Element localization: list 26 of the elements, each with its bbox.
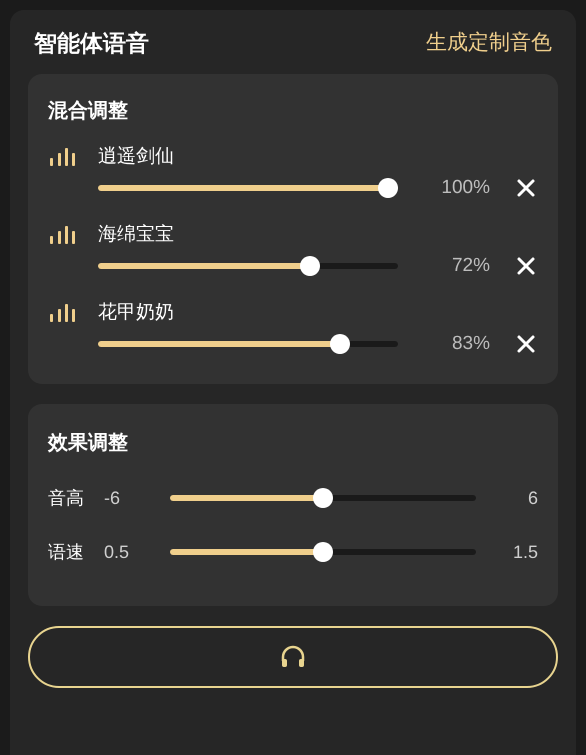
panel-title: 智能体语音 (34, 28, 149, 58)
sound-bars-icon (48, 147, 76, 167)
sound-bars-icon (48, 225, 76, 245)
slider-thumb[interactable] (313, 488, 333, 508)
min-value: -6 (104, 486, 122, 510)
section-title: 效果调整 (48, 431, 129, 456)
slider-thumb[interactable] (330, 334, 350, 354)
max-value: 1.5 (512, 540, 538, 564)
voice-name: 海绵宝宝 (98, 222, 174, 247)
volume-reading: 83% (450, 332, 490, 356)
headphones-icon (280, 645, 306, 669)
slider-thumb[interactable] (313, 542, 333, 562)
volume-reading: 72% (450, 254, 490, 278)
slider-label: 音高 (48, 486, 85, 510)
slider-thumb[interactable] (378, 178, 398, 198)
voice-name: 花甲奶奶 (98, 300, 174, 325)
section-title: 混合调整 (48, 99, 129, 124)
min-value: 0.5 (104, 540, 130, 564)
listen-button[interactable] (28, 626, 558, 688)
slider-thumb[interactable] (300, 256, 320, 276)
generate-voice-link[interactable]: 生成定制音色 (426, 27, 552, 59)
volume-reading: 100% (440, 176, 490, 200)
slider-label: 语速 (48, 540, 85, 564)
max-value: 6 (526, 486, 538, 510)
voice-name: 逍遥剑仙 (98, 144, 174, 169)
sound-bars-icon (48, 303, 76, 323)
